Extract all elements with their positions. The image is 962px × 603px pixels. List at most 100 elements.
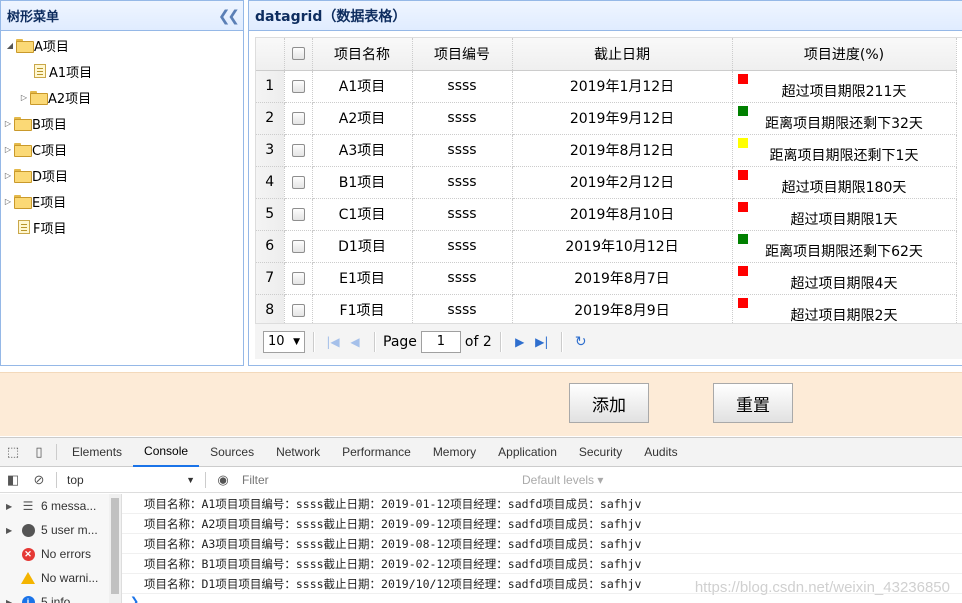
select-all-checkbox[interactable] <box>291 47 305 61</box>
tab-console[interactable]: Console <box>133 438 200 467</box>
sidebar-toggle-icon[interactable]: ◧ <box>0 467 26 493</box>
sidebar-item-warnings[interactable]: No warni... <box>0 566 121 590</box>
row-checkbox[interactable] <box>291 207 305 221</box>
tree-node-label: A1项目 <box>49 65 93 81</box>
device-toolbar-icon[interactable]: ▯ <box>26 439 52 465</box>
scrollbar-thumb[interactable] <box>111 498 119 594</box>
double-chevron-left-icon[interactable]: ❮❮ <box>218 7 240 25</box>
select-all-checkbox-header[interactable] <box>284 38 313 71</box>
eye-icon[interactable]: ◉ <box>210 467 236 493</box>
tab-sources[interactable]: Sources <box>199 438 265 467</box>
clear-console-icon[interactable]: ⊘ <box>26 467 52 493</box>
tree-panel-header: 树形菜单 ❮❮ <box>1 1 243 31</box>
tab-security[interactable]: Security <box>568 438 633 467</box>
next-page-icon[interactable]: ▶ <box>509 331 531 353</box>
tree-node-label: F项目 <box>33 221 67 237</box>
sidebar-item-info[interactable]: ▶ i 5 info <box>0 590 121 603</box>
table-row[interactable]: 1 A1项目 ssss 2019年1月12日 超过项目期限211天 <box>256 70 957 103</box>
collapsed-arrow-icon[interactable]: ▷ <box>2 119 14 128</box>
tab-network[interactable]: Network <box>265 438 331 467</box>
status-indicator <box>737 201 748 212</box>
folder-open-icon <box>16 39 34 53</box>
column-header[interactable]: 项目进度(%) <box>732 38 957 71</box>
console-toolbar: ◧ ⊘ top ▼ ◉ Default levels ▾ <box>0 467 962 493</box>
tab-memory[interactable]: Memory <box>422 438 487 467</box>
default-levels-select[interactable]: Default levels ▾ <box>522 473 603 487</box>
last-page-icon[interactable]: ▶| <box>531 331 553 353</box>
page-size-select[interactable]: 10 ▼ <box>263 330 305 353</box>
row-checkbox[interactable] <box>291 271 305 285</box>
expand-arrow-icon: ▶ <box>6 597 13 603</box>
row-checkbox[interactable] <box>291 239 305 253</box>
folder-icon <box>14 143 32 157</box>
column-header[interactable]: 项目名称 <box>312 38 413 71</box>
column-header[interactable]: 截止日期 <box>512 38 733 71</box>
collapsed-arrow-icon[interactable]: ▷ <box>18 93 30 102</box>
filter-input[interactable] <box>236 469 506 490</box>
tree-node-label: C项目 <box>32 143 68 159</box>
row-checkbox[interactable] <box>291 175 305 189</box>
row-checkbox-cell[interactable] <box>284 262 313 295</box>
expanded-arrow-icon[interactable]: ◢ <box>4 41 16 50</box>
tree-panel: 树形菜单 ❮❮ ◢ A项目 A1项目 ▷ A2项目 ▷ B项目 ▷ C项目 ▷ … <box>0 0 244 366</box>
tab-elements[interactable]: Elements <box>61 438 133 467</box>
tree-node-d[interactable]: ▷ D项目 <box>1 162 243 188</box>
table-row[interactable]: 6 D1项目 ssss 2019年10月12日 距离项目期限还剩下62天 <box>256 230 957 263</box>
reset-button[interactable]: 重置 <box>713 383 793 423</box>
file-icon <box>34 64 46 78</box>
tree-node-c[interactable]: ▷ C项目 <box>1 136 243 162</box>
collapsed-arrow-icon[interactable]: ▷ <box>2 171 14 180</box>
refresh-icon[interactable]: ↻ <box>570 331 592 353</box>
tab-application[interactable]: Application <box>487 438 568 467</box>
tree-node-e[interactable]: ▷ E项目 <box>1 188 243 214</box>
tree-node-f[interactable]: F项目 <box>1 214 243 240</box>
tree-node-a1[interactable]: A1项目 <box>1 58 243 84</box>
tree-node-a2[interactable]: ▷ A2项目 <box>1 84 243 110</box>
add-button[interactable]: 添加 <box>569 383 649 423</box>
project-name-cell: C1项目 <box>312 198 413 231</box>
row-checkbox[interactable] <box>291 143 305 157</box>
row-checkbox-cell[interactable] <box>284 230 313 263</box>
tab-performance[interactable]: Performance <box>331 438 422 467</box>
tab-audits[interactable]: Audits <box>633 438 688 467</box>
tree-node-b[interactable]: ▷ B项目 <box>1 110 243 136</box>
deadline-cell: 2019年8月12日 <box>512 134 733 167</box>
sidebar-scrollbar[interactable] <box>109 494 121 603</box>
table-row[interactable]: 5 C1项目 ssss 2019年8月10日 超过项目期限1天 <box>256 198 957 231</box>
console-prompt-icon[interactable]: ❯ <box>130 595 139 603</box>
row-checkbox-cell[interactable] <box>284 294 313 327</box>
status-indicator <box>737 297 748 308</box>
row-checkbox-cell[interactable] <box>284 102 313 135</box>
tree-node-a[interactable]: ◢ A项目 <box>1 32 243 58</box>
collapsed-arrow-icon[interactable]: ▷ <box>2 145 14 154</box>
sidebar-item-errors[interactable]: ✕ No errors <box>0 542 121 566</box>
action-bar: 添加 重置 <box>0 372 962 436</box>
row-checkbox[interactable] <box>291 303 305 317</box>
progress-text: 距离项目期限还剩下1天 <box>769 148 919 164</box>
column-header[interactable]: 项目编号 <box>412 38 513 71</box>
table-row[interactable]: 7 E1项目 ssss 2019年8月7日 超过项目期限4天 <box>256 262 957 295</box>
prev-page-icon[interactable]: ◀ <box>344 331 366 353</box>
row-checkbox[interactable] <box>291 111 305 125</box>
context-select[interactable]: top ▼ <box>61 470 201 490</box>
row-checkbox-cell[interactable] <box>284 70 313 103</box>
console-log-line: 项目名称：B1项目项目编号：ssss截止日期：2019-02-12项目经理：sa… <box>122 554 962 574</box>
devtools-body: ▶ ☰ 6 messa... ▶ 5 user m... ✕ No errors <box>0 494 962 603</box>
row-checkbox-cell[interactable] <box>284 198 313 231</box>
table-row[interactable]: 3 A3项目 ssss 2019年8月12日 距离项目期限还剩下1天 <box>256 134 957 167</box>
project-code-cell: ssss <box>412 134 513 167</box>
inspect-element-icon[interactable]: ⬚ <box>0 439 26 465</box>
table-row[interactable]: 4 B1项目 ssss 2019年2月12日 超过项目期限180天 <box>256 166 957 199</box>
row-checkbox[interactable] <box>291 79 305 93</box>
sidebar-item-messages[interactable]: ▶ ☰ 6 messa... <box>0 494 121 518</box>
collapsed-arrow-icon[interactable]: ▷ <box>2 197 14 206</box>
row-checkbox-cell[interactable] <box>284 134 313 167</box>
tree: ◢ A项目 A1项目 ▷ A2项目 ▷ B项目 ▷ C项目 ▷ D项目 ▷ E项… <box>1 31 243 240</box>
sidebar-item-user-messages[interactable]: ▶ 5 user m... <box>0 518 121 542</box>
page-number-input[interactable] <box>420 330 461 353</box>
table-row[interactable]: 2 A2项目 ssss 2019年9月12日 距离项目期限还剩下32天 <box>256 102 957 135</box>
table-row[interactable]: 8 F1项目 ssss 2019年8月9日 超过项目期限2天 <box>256 294 957 327</box>
row-checkbox-cell[interactable] <box>284 166 313 199</box>
progress-cell: 超过项目期限211天 <box>732 70 957 103</box>
first-page-icon[interactable]: |◀ <box>322 331 344 353</box>
